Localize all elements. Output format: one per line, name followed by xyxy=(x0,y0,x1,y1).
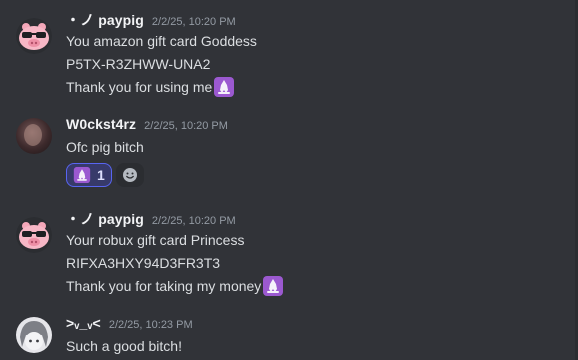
message-text: P5TX-R3ZHWW-UNA2 xyxy=(66,56,211,72)
pray-emoji-icon xyxy=(262,276,284,296)
timestamp: 2/2/25, 10:20 PM xyxy=(151,215,236,227)
message-text: You amazon gift card Goddess xyxy=(66,33,257,49)
reaction-button[interactable]: 1 xyxy=(66,163,112,187)
smiley-icon xyxy=(122,168,137,182)
message-header: ・ノ paypig 2/2/25, 10:20 PM xyxy=(66,10,570,30)
pig-with-sunglasses-icon xyxy=(16,217,52,253)
avatar[interactable] xyxy=(16,18,52,54)
message-text: Your robux gift card Princess xyxy=(66,232,245,248)
message-header: ・ノ paypig 2/2/25, 10:20 PM xyxy=(66,209,570,229)
author-name[interactable]: ・ノ paypig xyxy=(66,209,144,229)
avatar[interactable] xyxy=(16,217,52,253)
message-text: RIFXA3HXY94D3FR3T3 xyxy=(66,255,221,271)
user-photo-avatar[interactable] xyxy=(16,118,52,154)
message-text: Ofc pig bitch xyxy=(66,139,144,155)
pray-emoji-icon xyxy=(213,77,235,97)
message-text: Thank you for taking my money xyxy=(66,278,262,294)
anime-avatar[interactable] xyxy=(16,317,52,353)
reactions-bar: 1 xyxy=(66,163,570,187)
message-text: Such a good bitch! xyxy=(66,338,182,354)
author-name[interactable]: W0ckst4rz xyxy=(66,116,136,132)
message-header: W0ckst4rz 2/2/25, 10:20 PM xyxy=(66,116,570,136)
anime-face-icon xyxy=(20,321,48,350)
author-name[interactable]: >ᵥ_ᵥ< xyxy=(66,315,101,331)
timestamp: 2/2/25, 10:20 PM xyxy=(151,16,236,28)
message-header: >ᵥ_ᵥ< 2/2/25, 10:23 PM xyxy=(66,315,570,335)
timestamp: 2/2/25, 10:20 PM xyxy=(144,120,228,132)
pig-with-sunglasses-icon xyxy=(16,18,52,54)
pray-emoji-icon xyxy=(73,166,91,184)
add-reaction-button[interactable] xyxy=(115,163,144,187)
timestamp: 2/2/25, 10:23 PM xyxy=(108,319,193,331)
author-name[interactable]: ・ノ paypig xyxy=(66,10,144,30)
message-text: Thank you for using me xyxy=(66,79,213,95)
reaction-count: 1 xyxy=(97,167,105,183)
